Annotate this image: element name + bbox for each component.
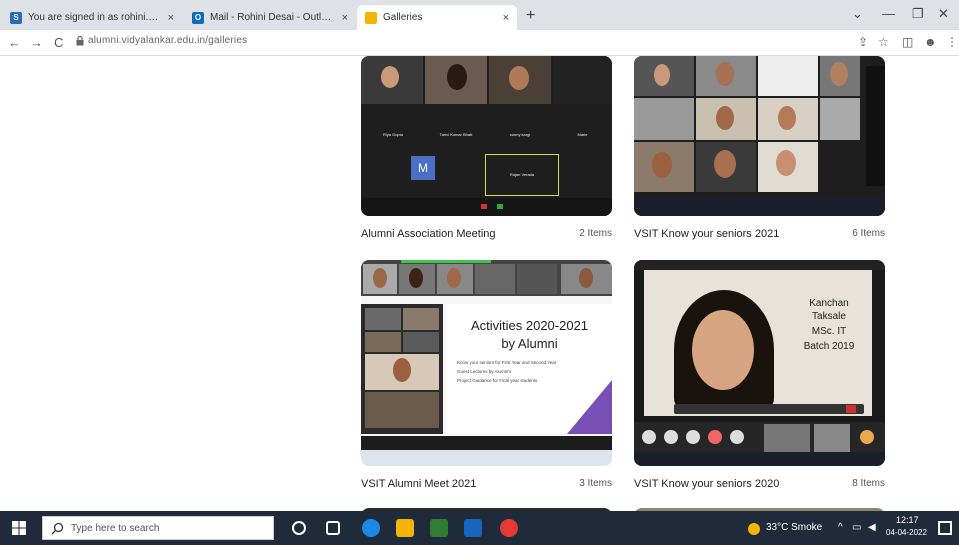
avatar: M xyxy=(411,156,435,180)
address-toolbar: ← → C alumni.vidyalankar.edu.in/gallerie… xyxy=(0,30,959,56)
store-icon[interactable] xyxy=(430,519,448,537)
gallery-thumbnail[interactable]: Activities 2020-2021 by Alumni Know your… xyxy=(361,260,612,466)
chrome-icon[interactable] xyxy=(500,519,518,537)
share-icon[interactable]: ⇪ xyxy=(858,35,868,49)
tab-outlook[interactable]: O Mail - Rohini Desai - Outlook × xyxy=(184,5,356,30)
gallery-item-count: 3 Items xyxy=(579,478,612,489)
url-input[interactable]: alumni.vidyalankar.edu.in/galleries xyxy=(88,35,247,46)
windows-start-icon[interactable] xyxy=(12,521,26,535)
slide-bullet: Guest Lectures by Alumni's xyxy=(457,369,512,374)
slide-title: Activities 2020-2021 xyxy=(470,318,589,333)
taskbar-search-input[interactable]: Type here to search xyxy=(42,516,274,540)
clock-date[interactable]: 04-04-2022 xyxy=(886,528,927,537)
gallery-card-alumni-meeting[interactable]: Riya Gupta Tanvi Kumar Bhatt sunny kargi… xyxy=(361,56,612,246)
tab-title: You are signed in as rohini.gaikw xyxy=(28,12,162,23)
outlook-favicon-icon: O xyxy=(192,11,204,24)
tab-title: Galleries xyxy=(383,12,423,23)
gallery-title[interactable]: VSIT Know your seniors 2021 xyxy=(634,228,779,240)
speaker-batch: Batch 2019 xyxy=(803,341,855,352)
volume-icon[interactable]: ◀ xyxy=(868,522,876,533)
gallery-card-alumni-meet-2021[interactable]: Activities 2020-2021 by Alumni Know your… xyxy=(361,260,612,490)
window-close-button[interactable]: ✕ xyxy=(938,6,949,22)
network-icon[interactable]: ▭ xyxy=(852,522,861,533)
file-explorer-icon[interactable] xyxy=(396,519,414,537)
gallery-thumbnail[interactable] xyxy=(634,56,885,216)
reload-button[interactable]: C xyxy=(54,35,63,50)
minimize-button[interactable]: — xyxy=(882,6,895,21)
participant-label: Tanvi Kumar Bhatt xyxy=(439,132,473,137)
tab-signed-in[interactable]: S You are signed in as rohini.gaikw × xyxy=(2,5,182,30)
gallery-item-count: 6 Items xyxy=(852,228,885,239)
close-icon[interactable]: × xyxy=(503,12,509,24)
slide-bullet: Project Guidance for Final year students xyxy=(457,378,538,383)
gallery-card-know-seniors-2021[interactable]: VSIT Know your seniors 2021 6 Items xyxy=(634,56,885,246)
slide-bullet: Know your seniors for First Year and Sec… xyxy=(457,360,557,365)
restore-button[interactable]: ❐ xyxy=(912,6,924,22)
browser-menu-icon[interactable]: ⋮ xyxy=(946,35,958,49)
galleries-favicon-icon xyxy=(365,11,377,24)
profile-icon[interactable]: ☻ xyxy=(924,35,937,49)
new-tab-button[interactable]: + xyxy=(526,7,535,25)
gallery-title[interactable]: VSIT Alumni Meet 2021 xyxy=(361,478,476,490)
gallery-item-count: 8 Items xyxy=(852,478,885,489)
task-view-icon[interactable] xyxy=(326,521,340,535)
close-icon[interactable]: × xyxy=(168,12,174,24)
gallery-thumbnail[interactable]: Kanchan Taksale MSc. IT Batch 2019 xyxy=(634,260,885,466)
participant-label: sunny kargi xyxy=(509,132,531,137)
tray-overflow-icon[interactable]: ^ xyxy=(838,522,843,533)
gallery-title[interactable]: VSIT Know your seniors 2020 xyxy=(634,478,779,490)
edge-icon[interactable] xyxy=(362,519,380,537)
browser-tabstrip: S You are signed in as rohini.gaikw × O … xyxy=(0,0,959,30)
windows-taskbar: Type here to search 33°C Smoke ^ ▭ ◀ 12:… xyxy=(0,511,959,545)
signin-favicon-icon: S xyxy=(10,11,22,24)
search-placeholder: Type here to search xyxy=(71,523,160,534)
search-icon xyxy=(51,522,64,535)
participant-label: Riya Gupta xyxy=(382,132,403,137)
speaker-last-name: Taksale xyxy=(812,311,846,322)
bookmark-star-icon[interactable]: ☆ xyxy=(878,35,889,49)
participant-label: Rajan Verada xyxy=(509,172,535,177)
clock-time[interactable]: 12:17 xyxy=(896,515,919,525)
slide-subtitle: by Alumni xyxy=(501,336,558,351)
side-panel-icon[interactable]: ◫ xyxy=(902,35,913,49)
forward-button[interactable]: → xyxy=(30,35,43,50)
galleries-page: Riya Gupta Tanvi Kumar Bhatt sunny kargi… xyxy=(0,56,959,511)
weather-icon[interactable] xyxy=(748,523,760,535)
back-button[interactable]: ← xyxy=(8,35,21,50)
close-icon[interactable]: × xyxy=(342,12,348,24)
gallery-card-know-seniors-2020[interactable]: Kanchan Taksale MSc. IT Batch 2019 VSIT … xyxy=(634,260,885,490)
gallery-thumbnail[interactable]: Riya Gupta Tanvi Kumar Bhatt sunny kargi… xyxy=(361,56,612,216)
notifications-icon[interactable] xyxy=(938,521,952,535)
speaker-degree: MSc. IT xyxy=(811,326,847,337)
gallery-title[interactable]: Alumni Association Meeting xyxy=(361,228,496,240)
participant-label: Marie xyxy=(577,132,588,137)
cortana-icon[interactable] xyxy=(292,521,306,535)
tab-search-icon[interactable]: ⌄ xyxy=(852,6,863,22)
gallery-item-count: 2 Items xyxy=(579,228,612,239)
lock-icon[interactable] xyxy=(76,36,84,46)
weather-status[interactable]: 33°C Smoke xyxy=(766,522,822,533)
tab-galleries[interactable]: Galleries × xyxy=(357,5,517,30)
speaker-first-name: Kanchan xyxy=(809,298,849,309)
slide-decoration-icon xyxy=(567,380,612,434)
mail-icon[interactable] xyxy=(464,519,482,537)
tab-title: Mail - Rohini Desai - Outlook xyxy=(210,12,336,23)
